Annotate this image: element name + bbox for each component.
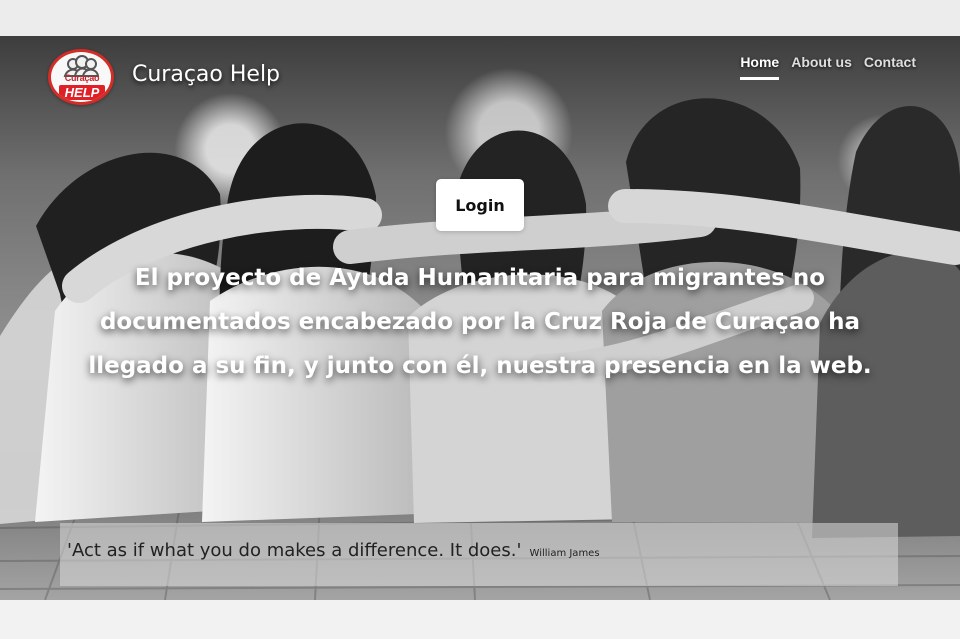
logo-help-badge: HELP: [59, 85, 105, 100]
page-frame: Curaçao HELP Curaçao Help Home About us …: [0, 0, 960, 639]
logo-curacao-text: Curaçao: [64, 73, 100, 83]
quote-bar: 'Act as if what you do makes a differenc…: [60, 523, 898, 586]
project-end-message: El proyecto de Ayuda Humanitaria para mi…: [88, 265, 872, 379]
quote-text: 'Act as if what you do makes a differenc…: [67, 540, 522, 561]
nav-home-link[interactable]: Home: [740, 53, 780, 80]
quote-author: William James: [529, 548, 600, 559]
brand-header[interactable]: Curaçao HELP Curaçao Help: [48, 49, 308, 107]
hero-section: Curaçao HELP Curaçao Help Home About us …: [0, 36, 960, 600]
login-button[interactable]: Login: [436, 179, 524, 231]
curacao-help-logo[interactable]: Curaçao HELP: [48, 49, 114, 105]
site-title[interactable]: Curaçao Help: [132, 62, 280, 88]
main-navigation: Home About us Contact: [740, 53, 916, 80]
nav-contact-link[interactable]: Contact: [864, 53, 916, 71]
nav-about-us-link[interactable]: About us: [791, 53, 852, 71]
